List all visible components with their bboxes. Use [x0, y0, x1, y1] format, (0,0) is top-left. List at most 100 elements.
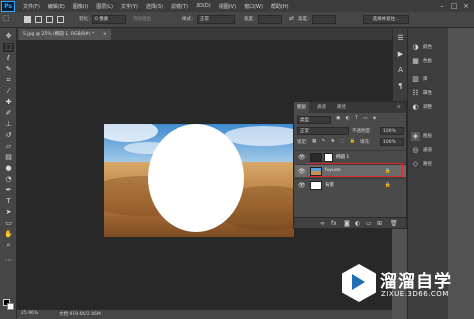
menu-filter[interactable]: 滤镜(T) [171, 3, 188, 10]
intersect-selection-icon[interactable] [57, 16, 64, 23]
layer-row[interactable]: 👁 背景 🔒 [295, 178, 406, 191]
rectangle-tool-icon[interactable]: ▭ [3, 219, 14, 228]
library-icon: ▥ [412, 75, 419, 83]
height-input[interactable] [312, 15, 336, 24]
lasso-tool-icon[interactable]: ℓ [3, 54, 14, 63]
eraser-tool-icon[interactable]: ▱ [3, 142, 14, 151]
opacity-input[interactable]: 100% [380, 127, 404, 135]
tab-paths[interactable]: 路径 [334, 102, 349, 113]
menu-3d[interactable]: 3D(D) [196, 3, 211, 9]
paths-icon: ◇ [412, 160, 419, 168]
highlight-box [307, 163, 403, 177]
actions-panel-icon[interactable]: ▶ [395, 50, 406, 59]
feather-input[interactable]: 0 像素 [92, 15, 126, 24]
move-tool-icon[interactable]: ✥ [3, 32, 14, 41]
menu-edit[interactable]: 编辑(E) [48, 3, 65, 10]
subtract-selection-icon[interactable] [46, 16, 53, 23]
dodge-tool-icon[interactable]: ◔ [3, 175, 14, 184]
eyedropper-tool-icon[interactable]: ⁄ [3, 87, 14, 96]
crop-tool-icon[interactable]: ⌗ [3, 76, 14, 85]
menu-file[interactable]: 文件(F) [23, 3, 40, 10]
dock-item-library[interactable]: ▥ 库 [410, 74, 448, 85]
menu-type[interactable]: 文字(Y) [121, 3, 138, 10]
visibility-eye-icon[interactable]: 👁 [298, 168, 306, 175]
new-layer-icon[interactable]: ⊞ [377, 220, 382, 227]
blur-tool-icon[interactable]: ● [3, 164, 14, 173]
tab-channels[interactable]: 通道 [314, 102, 329, 113]
maximize-button[interactable]: □ [450, 2, 458, 10]
antialias-checkbox[interactable]: 消除锯齿 [133, 16, 151, 22]
swap-icon[interactable]: ⇄ [289, 15, 294, 22]
color-icon: ◑ [412, 43, 419, 51]
zoom-tool-icon[interactable]: ⌕ [3, 241, 14, 250]
layer-name[interactable]: 椭圆 1 [336, 154, 349, 160]
background-color-swatch[interactable] [7, 303, 14, 310]
tab-layers[interactable]: 图层 [294, 102, 309, 113]
dock-item-layers-active[interactable]: ◈ 图层 [410, 131, 448, 142]
layer-kind-filter[interactable]: 类型 [297, 116, 331, 124]
ellipse-shape[interactable] [148, 124, 244, 232]
close-tab-icon[interactable]: × [103, 29, 107, 40]
delete-layer-icon[interactable]: 🗑 [390, 220, 398, 227]
layer-name[interactable]: 背景 [325, 182, 334, 188]
dock-item-paths[interactable]: ◇ 路径 [410, 159, 448, 170]
document-tab[interactable]: 5.jpg @ 25% (椭圆 1, RGB/8#) * × [19, 29, 111, 40]
width-input[interactable] [258, 15, 282, 24]
marquee-tool-icon[interactable]: ⬚ [3, 14, 10, 22]
fill-label: 填充: [360, 140, 371, 145]
path-selection-tool-icon[interactable]: ➤ [3, 208, 14, 217]
brush-tool-icon[interactable]: ✐ [3, 109, 14, 118]
panel-menu-icon[interactable]: ≡ [394, 102, 404, 113]
hand-tool-icon[interactable]: ✋ [3, 230, 14, 239]
new-group-icon[interactable]: ▭ [366, 220, 372, 227]
layer-style-icon[interactable]: fx [331, 220, 337, 227]
menu-help[interactable]: 帮助(H) [271, 3, 289, 10]
adjustment-layer-icon[interactable]: ◐ [355, 220, 360, 227]
menu-layer[interactable]: 图层(L) [96, 3, 113, 10]
healing-brush-tool-icon[interactable]: ✚ [3, 98, 14, 107]
menu-image[interactable]: 图像(I) [73, 3, 88, 10]
character-panel-icon[interactable]: A [395, 66, 406, 75]
blend-mode-select[interactable]: 正常 [297, 127, 349, 135]
new-selection-icon[interactable] [24, 16, 31, 23]
add-selection-icon[interactable] [35, 16, 42, 23]
history-brush-tool-icon[interactable]: ↺ [3, 131, 14, 140]
history-panel-icon[interactable]: ☰ [395, 34, 406, 43]
dock-item-properties[interactable]: ☷ 属性 [410, 88, 448, 99]
zoom-level[interactable]: 25.96% [21, 311, 38, 316]
fill-input[interactable]: 100% [380, 138, 404, 146]
width-label: 宽度： [244, 17, 258, 22]
filter-icons[interactable]: ▣ ◐ T ▭ ◈ [336, 116, 378, 125]
opacity-label: 不透明度: [352, 129, 372, 134]
paragraph-panel-icon[interactable]: ¶ [395, 82, 406, 91]
select-and-mask-button[interactable]: 选择并遮住... [363, 15, 409, 24]
document-canvas[interactable] [104, 124, 294, 237]
clone-stamp-tool-icon[interactable]: ⊥ [3, 120, 14, 129]
dock-item-color[interactable]: ◑ 颜色 [410, 42, 448, 53]
rectangular-marquee-tool-icon[interactable]: ⬚ [3, 43, 14, 52]
layer-thumbnail [310, 153, 322, 162]
menu-select[interactable]: 选择(S) [146, 3, 163, 10]
quick-selection-tool-icon[interactable]: ✎ [3, 65, 14, 74]
watermark-subtitle: ZIXUE.3D66.COM [381, 290, 449, 298]
link-layers-icon[interactable]: ∞ [320, 220, 325, 227]
layer-row[interactable]: 👁 椭圆 1 [295, 150, 406, 163]
lock-icons[interactable]: ▦ ✎ ✥ ⬚ 🔒 [312, 139, 357, 148]
minimize-button[interactable]: – [438, 2, 446, 10]
shape-thumbnail [324, 153, 333, 162]
pen-tool-icon[interactable]: ✒ [3, 186, 14, 195]
visibility-eye-icon[interactable]: 👁 [298, 182, 306, 189]
layers-panel-tabs: 图层 通道 路径 ≡ [294, 102, 406, 113]
close-window-button[interactable]: × [462, 2, 470, 10]
add-mask-icon[interactable]: ◙ [344, 220, 350, 227]
menu-view[interactable]: 视图(V) [219, 3, 236, 10]
dock-item-layers[interactable] [410, 104, 448, 115]
more-tools-icon[interactable]: ⋯ [3, 256, 14, 265]
dock-item-channels[interactable]: ◎ 通道 [410, 145, 448, 156]
type-tool-icon[interactable]: T [3, 197, 14, 206]
dock-item-swatches[interactable]: ▦ 色板 [410, 56, 448, 67]
gradient-tool-icon[interactable]: ▤ [3, 153, 14, 162]
style-select[interactable]: 正常 [197, 15, 235, 24]
menu-window[interactable]: 窗口(W) [244, 3, 263, 10]
visibility-eye-icon[interactable]: 👁 [298, 154, 306, 161]
